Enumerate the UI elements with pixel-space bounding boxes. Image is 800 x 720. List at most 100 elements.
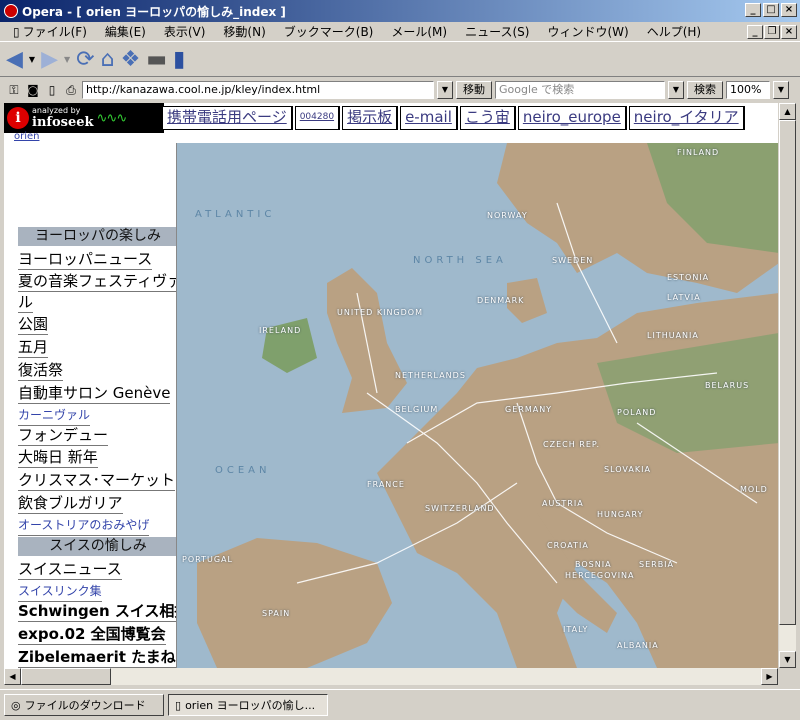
search-dropdown-button[interactable]: ▼ [668, 81, 684, 99]
link-geneva-motor-show[interactable]: 自動車サロン Genève [18, 384, 171, 404]
map-label-lithuania: LITHUANIA [647, 331, 699, 340]
infoseek-logo-icon: i [7, 107, 29, 129]
close-button[interactable]: × [781, 3, 797, 17]
page-tab-icon: ▯ [175, 698, 182, 712]
link-park[interactable]: 公園 [18, 315, 49, 335]
section-europe-heading: ヨーロッパの楽しみ [18, 227, 178, 246]
bbs-link[interactable]: 掲示板 [342, 106, 399, 130]
forward-arrow-icon[interactable]: ▶ [41, 47, 58, 72]
lock-icon[interactable]: ⚿ [6, 83, 22, 98]
link-christmas-market[interactable]: クリスマス･マーケット [18, 471, 176, 491]
map-label-serbia: SERBIA [639, 560, 675, 569]
doc-close-button[interactable]: × [781, 25, 797, 39]
search-button[interactable]: 検索 [687, 81, 723, 99]
scroll-down-arrow-icon[interactable]: ▼ [779, 651, 796, 668]
scroll-left-arrow-icon[interactable]: ◀ [4, 668, 21, 685]
email-link[interactable]: e-mail [400, 106, 458, 130]
vertical-scrollbar[interactable]: ▲ ▼ [778, 103, 796, 668]
link-summer-music-festival-cont[interactable]: ル [18, 293, 34, 313]
neiro-italy-link[interactable]: neiro_イタリア [628, 106, 745, 130]
print-icon[interactable]: ▬ [146, 47, 167, 72]
horizontal-scroll-thumb[interactable] [21, 668, 111, 685]
map-label-ocean: OCEAN [215, 465, 271, 476]
back-arrow-icon[interactable]: ◀ [6, 47, 23, 72]
map-label-italy: ITALY [563, 625, 589, 634]
map-label-netherlands: NETHERLANDS [395, 371, 466, 380]
link-fondue[interactable]: フォンデュー [18, 426, 109, 446]
map-label-latvia: LATVIA [667, 293, 701, 302]
go-button[interactable]: 移動 [456, 81, 492, 99]
europe-map-svg [177, 143, 778, 668]
map-label-bosnia: BOSNIA [575, 560, 612, 569]
map-label-albania: ALBANIA [617, 641, 659, 650]
link-zibelemaerit[interactable]: Zibelemaerit たまねぎ [18, 648, 191, 668]
page-icon: ▯ [13, 24, 20, 39]
map-label-france: FRANCE [367, 480, 405, 489]
doc-minimize-button[interactable]: _ [747, 25, 763, 39]
maximize-button[interactable]: □ [763, 3, 779, 17]
neiro-europe-link[interactable]: neiro_europe [517, 106, 627, 130]
menu-mail[interactable]: メール(M) [382, 23, 456, 40]
url-dropdown-button[interactable]: ▼ [437, 81, 453, 99]
mobile-page-link[interactable]: 携帯電話用ページ [162, 106, 293, 130]
link-may[interactable]: 五月 [18, 338, 49, 358]
minimize-button[interactable]: _ [745, 3, 761, 17]
menu-navigate[interactable]: 移動(N) [214, 23, 274, 40]
link-easter[interactable]: 復活祭 [18, 361, 64, 381]
counter-analyzed-text: analyzed by [32, 106, 81, 115]
link-new-year[interactable]: 大晦日 新年 [18, 448, 98, 468]
printer-icon[interactable]: ⎙ [63, 83, 79, 98]
new-page-icon[interactable]: ▯ [44, 83, 60, 97]
orien-link[interactable]: orien [14, 131, 40, 142]
window-titlebar[interactable]: Opera - [ orien ヨーロッパの愉しみ_index ] _ □ × [0, 0, 800, 22]
zoom-input[interactable]: 100% [726, 81, 770, 99]
link-austria-souvenir[interactable]: オーストリアのおみやげ [18, 516, 150, 536]
download-icon: ◎ [11, 698, 21, 712]
menu-news[interactable]: ニュース(S) [456, 23, 538, 40]
hotlist-icon[interactable]: ❖ [121, 47, 141, 72]
link-expo02[interactable]: expo.02 全国博覧会 [18, 625, 166, 645]
camera-icon[interactable]: ◙ [25, 83, 41, 97]
map-label-belgium: BELGIUM [395, 405, 439, 414]
vertical-scroll-thumb[interactable] [779, 120, 796, 625]
counter-name: infoseek [32, 115, 94, 130]
page-tab-orien[interactable]: ▯ orien ヨーロッパの愉し... [168, 694, 328, 716]
scroll-up-arrow-icon[interactable]: ▲ [779, 103, 796, 120]
menu-edit[interactable]: 編集(E) [96, 23, 155, 40]
link-swiss-links[interactable]: スイスリンク集 [18, 582, 102, 602]
map-label-portugal: PORTUGAL [182, 555, 233, 564]
map-label-austria: AUSTRIA [542, 499, 584, 508]
scroll-right-arrow-icon[interactable]: ▶ [761, 668, 778, 685]
zoom-dropdown-button[interactable]: ▼ [773, 81, 789, 99]
url-input[interactable]: http://kanazawa.cool.ne.jp/kley/index.ht… [82, 81, 434, 99]
kouchu-link[interactable]: こう宙 [459, 106, 516, 130]
search-input[interactable]: Google で検索 [495, 81, 665, 99]
link-bulgaria-food[interactable]: 飲食ブルガリア [18, 494, 123, 514]
menu-window[interactable]: ウィンドウ(W) [538, 23, 637, 40]
reload-icon[interactable]: ⟳ [76, 47, 94, 72]
horizontal-scrollbar[interactable]: ◀ ▶ [4, 668, 778, 685]
link-schwingen[interactable]: Schwingen スイス相撲 [18, 602, 190, 622]
link-swiss-news[interactable]: スイスニュース [18, 560, 122, 580]
link-europe-news[interactable]: ヨーロッパニュース [18, 250, 153, 270]
map-label-sweden: SWEDEN [552, 256, 594, 265]
menu-bookmarks[interactable]: ブックマーク(B) [275, 23, 383, 40]
map-label-finland: FINLAND [677, 148, 720, 157]
map-label-north-sea: NORTH SEA [413, 255, 507, 266]
europe-map-image[interactable]: ATLANTIC OCEAN NORTH SEA NORWAY SWEDEN F… [176, 143, 778, 668]
doc-restore-button[interactable]: ❐ [764, 25, 780, 39]
forward-dropdown-icon[interactable]: ▼ [64, 55, 70, 64]
map-label-moldova: MOLD [740, 485, 768, 494]
download-tab[interactable]: ◎ ファイルのダウンロード [4, 694, 164, 716]
menu-view[interactable]: 表示(V) [155, 23, 215, 40]
document-icon[interactable]: ▮ [173, 47, 185, 72]
address-bar: ⚿ ◙ ▯ ⎙ http://kanazawa.cool.ne.jp/kley/… [0, 78, 800, 102]
home-icon[interactable]: ⌂ [101, 47, 115, 72]
menu-file[interactable]: ▯ ファイル(F) [4, 23, 96, 40]
link-summer-music-festival[interactable]: 夏の音楽フェスティヴァ [18, 272, 183, 292]
link-carnival[interactable]: カーニヴァル [18, 406, 91, 426]
menu-help[interactable]: ヘルプ(H) [638, 23, 710, 40]
back-dropdown-icon[interactable]: ▼ [29, 55, 35, 64]
map-label-switzerland: SWITZERLAND [425, 504, 495, 513]
infoseek-counter-banner[interactable]: i analyzed by infoseek ∿∿∿ [4, 103, 164, 133]
